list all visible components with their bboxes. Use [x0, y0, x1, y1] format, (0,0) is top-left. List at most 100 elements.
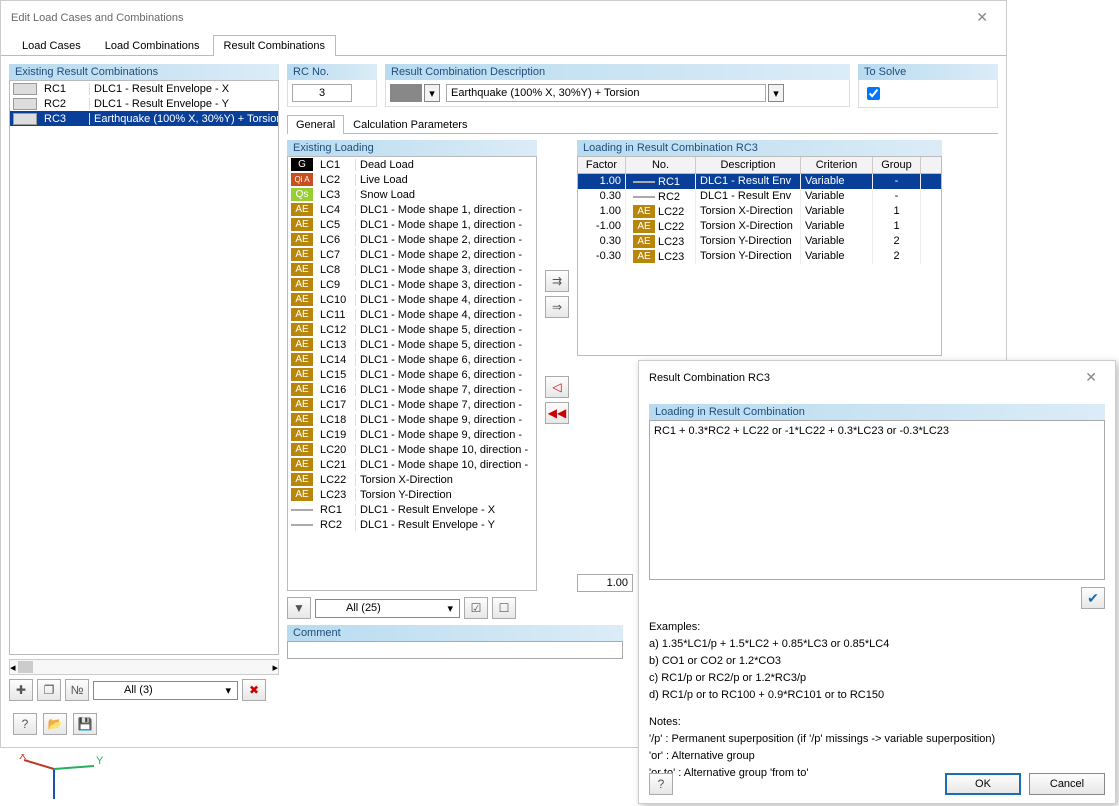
copy-icon[interactable]: ❐	[37, 679, 61, 701]
loading-item[interactable]: AELC7DLC1 - Mode shape 2, direction -	[288, 247, 536, 262]
loading-item[interactable]: RC2DLC1 - Result Envelope - Y	[288, 517, 536, 532]
example-b: b) CO1 or CO2 or 1.2*CO3	[649, 653, 1105, 670]
example-d: d) RC1/p or to RC100 + 0.9*RC101 or to R…	[649, 687, 1105, 704]
h-scrollbar[interactable]: ◂▸	[9, 659, 279, 675]
titlebar: Edit Load Cases and Combinations ✕	[1, 1, 1006, 34]
note-1: '/p' : Permanent superposition (if '/p' …	[649, 731, 1105, 748]
color-dropdown-icon[interactable]: ▾	[424, 84, 440, 102]
loading-item[interactable]: AELC4DLC1 - Mode shape 1, direction -	[288, 202, 536, 217]
loading-item[interactable]: Qi ALC2Live Load	[288, 172, 536, 187]
window-title: Edit Load Cases and Combinations	[11, 12, 183, 24]
popup-close-icon[interactable]: ✕	[1077, 367, 1105, 388]
popup-formula-input[interactable]	[649, 420, 1105, 580]
loading-item[interactable]: AELC6DLC1 - Mode shape 2, direction -	[288, 232, 536, 247]
validate-icon[interactable]: ✔	[1081, 587, 1105, 609]
rc-row[interactable]: -0.30AELC23Torsion Y-DirectionVariable2	[578, 249, 941, 264]
popup-help-icon[interactable]: ?	[649, 773, 673, 795]
close-icon[interactable]: ✕	[968, 7, 996, 28]
loading-item[interactable]: AELC21DLC1 - Mode shape 10, direction -	[288, 457, 536, 472]
remove-icon[interactable]: ◁	[545, 376, 569, 398]
example-a: a) 1.35*LC1/p + 1.5*LC2 + 0.85*LC3 or 0.…	[649, 636, 1105, 653]
existing-rc-list[interactable]: RC1DLC1 - Result Envelope - X RC2DLC1 - …	[9, 80, 279, 655]
import-icon[interactable]: 📂	[43, 713, 67, 735]
solve-checkbox[interactable]	[867, 87, 880, 100]
example-c: c) RC1/p or RC2/p or 1.2*RC3/p	[649, 670, 1105, 687]
rc-item-2[interactable]: RC2DLC1 - Result Envelope - Y	[10, 96, 278, 111]
loading-filter-select[interactable]: All (25)▾	[315, 599, 460, 618]
select-none-icon[interactable]: ☐	[492, 597, 516, 619]
examples-label: Examples:	[649, 619, 1105, 636]
loading-item[interactable]: AELC17DLC1 - Mode shape 7, direction -	[288, 397, 536, 412]
tab-result-combinations[interactable]: Result Combinations	[213, 35, 337, 56]
select-all-icon[interactable]: ☑	[464, 597, 488, 619]
tab-load-combinations[interactable]: Load Combinations	[94, 35, 211, 56]
existing-loading-head: Existing Loading	[287, 140, 537, 156]
rc-row[interactable]: 1.00AELC22Torsion X-DirectionVariable1	[578, 204, 941, 219]
loading-item[interactable]: AELC12DLC1 - Mode shape 5, direction -	[288, 322, 536, 337]
save-icon[interactable]: 💾	[73, 713, 97, 735]
filter-all-select[interactable]: All (3)▾	[93, 681, 238, 700]
rcno-input[interactable]	[292, 84, 352, 102]
tab-general[interactable]: General	[287, 115, 344, 134]
rc-row[interactable]: -1.00AELC22Torsion X-DirectionVariable1	[578, 219, 941, 234]
renumber-icon[interactable]: №	[65, 679, 89, 701]
help-icon[interactable]: ?	[13, 713, 37, 735]
col-desc: Description	[696, 157, 801, 173]
loading-item[interactable]: AELC23Torsion Y-Direction	[288, 487, 536, 502]
loading-item[interactable]: AELC16DLC1 - Mode shape 7, direction -	[288, 382, 536, 397]
loading-item[interactable]: AELC13DLC1 - Mode shape 5, direction -	[288, 337, 536, 352]
popup-title: Result Combination RC3	[649, 372, 770, 384]
notes-label: Notes:	[649, 714, 1105, 731]
loading-item[interactable]: AELC9DLC1 - Mode shape 3, direction -	[288, 277, 536, 292]
loading-item[interactable]: AELC15DLC1 - Mode shape 6, direction -	[288, 367, 536, 382]
comment-input[interactable]	[287, 641, 623, 659]
loading-item[interactable]: RC1DLC1 - Result Envelope - X	[288, 502, 536, 517]
loading-item[interactable]: AELC19DLC1 - Mode shape 9, direction -	[288, 427, 536, 442]
add-multi-icon[interactable]: ⇉	[545, 270, 569, 292]
delete-icon[interactable]: ✖	[242, 679, 266, 701]
popup-window: Result Combination RC3 ✕ Loading in Resu…	[638, 360, 1116, 804]
filter-icon[interactable]: ▼	[287, 597, 311, 619]
loading-item[interactable]: AELC22Torsion X-Direction	[288, 472, 536, 487]
col-group: Group	[873, 157, 921, 173]
loading-item[interactable]: AELC11DLC1 - Mode shape 4, direction -	[288, 307, 536, 322]
rc-row[interactable]: 1.00RC1DLC1 - Result EnvVariable-	[578, 174, 941, 189]
factor-input[interactable]	[577, 574, 633, 592]
svg-text:Y: Y	[96, 755, 104, 767]
ok-button[interactable]: OK	[945, 773, 1021, 795]
top-tabs: Load Cases Load Combinations Result Comb…	[1, 34, 1006, 56]
loading-item[interactable]: AELC8DLC1 - Mode shape 3, direction -	[288, 262, 536, 277]
rc-item-1[interactable]: RC1DLC1 - Result Envelope - X	[10, 81, 278, 96]
tab-load-cases[interactable]: Load Cases	[11, 35, 92, 56]
desc-label: Result Combination Description	[385, 64, 850, 80]
new-icon[interactable]: ✚	[9, 679, 33, 701]
cancel-button[interactable]: Cancel	[1029, 773, 1105, 795]
comment-label: Comment	[287, 625, 623, 641]
svg-text:X: X	[19, 754, 27, 762]
col-factor: Factor	[578, 157, 626, 173]
loading-item[interactable]: AELC5DLC1 - Mode shape 1, direction -	[288, 217, 536, 232]
loading-item[interactable]: QsLC3Snow Load	[288, 187, 536, 202]
rc-row[interactable]: 0.30RC2DLC1 - Result EnvVariable-	[578, 189, 941, 204]
remove-all-icon[interactable]: ◀◀	[545, 402, 569, 424]
loading-item[interactable]: AELC10DLC1 - Mode shape 4, direction -	[288, 292, 536, 307]
loading-item[interactable]: GLC1Dead Load	[288, 157, 536, 172]
existing-loading-list[interactable]: GLC1Dead LoadQi ALC2Live LoadQsLC3Snow L…	[287, 156, 537, 591]
desc-input[interactable]	[446, 84, 766, 102]
solve-label: To Solve	[858, 64, 998, 80]
note-2: 'or' : Alternative group	[649, 748, 1105, 765]
add-icon[interactable]: ⇒	[545, 296, 569, 318]
loading-item[interactable]: AELC18DLC1 - Mode shape 9, direction -	[288, 412, 536, 427]
desc-dropdown-icon[interactable]: ▾	[768, 84, 784, 102]
axis-gizmo: X Y	[14, 754, 104, 804]
rc-loading-table[interactable]: Factor No. Description Criterion Group 1…	[577, 156, 942, 356]
color-swatch[interactable]	[390, 84, 422, 102]
rc-row[interactable]: 0.30AELC23Torsion Y-DirectionVariable2	[578, 234, 941, 249]
tab-calc-params[interactable]: Calculation Parameters	[344, 115, 476, 134]
rc-item-3[interactable]: RC3Earthquake (100% X, 30%Y) + Torsion	[10, 111, 278, 126]
loading-item[interactable]: AELC20DLC1 - Mode shape 10, direction -	[288, 442, 536, 457]
existing-rc-head: Existing Result Combinations	[9, 64, 279, 80]
loading-item[interactable]: AELC14DLC1 - Mode shape 6, direction -	[288, 352, 536, 367]
rcno-label: RC No.	[287, 64, 377, 80]
rc-loading-head: Loading in Result Combination RC3	[577, 140, 942, 156]
